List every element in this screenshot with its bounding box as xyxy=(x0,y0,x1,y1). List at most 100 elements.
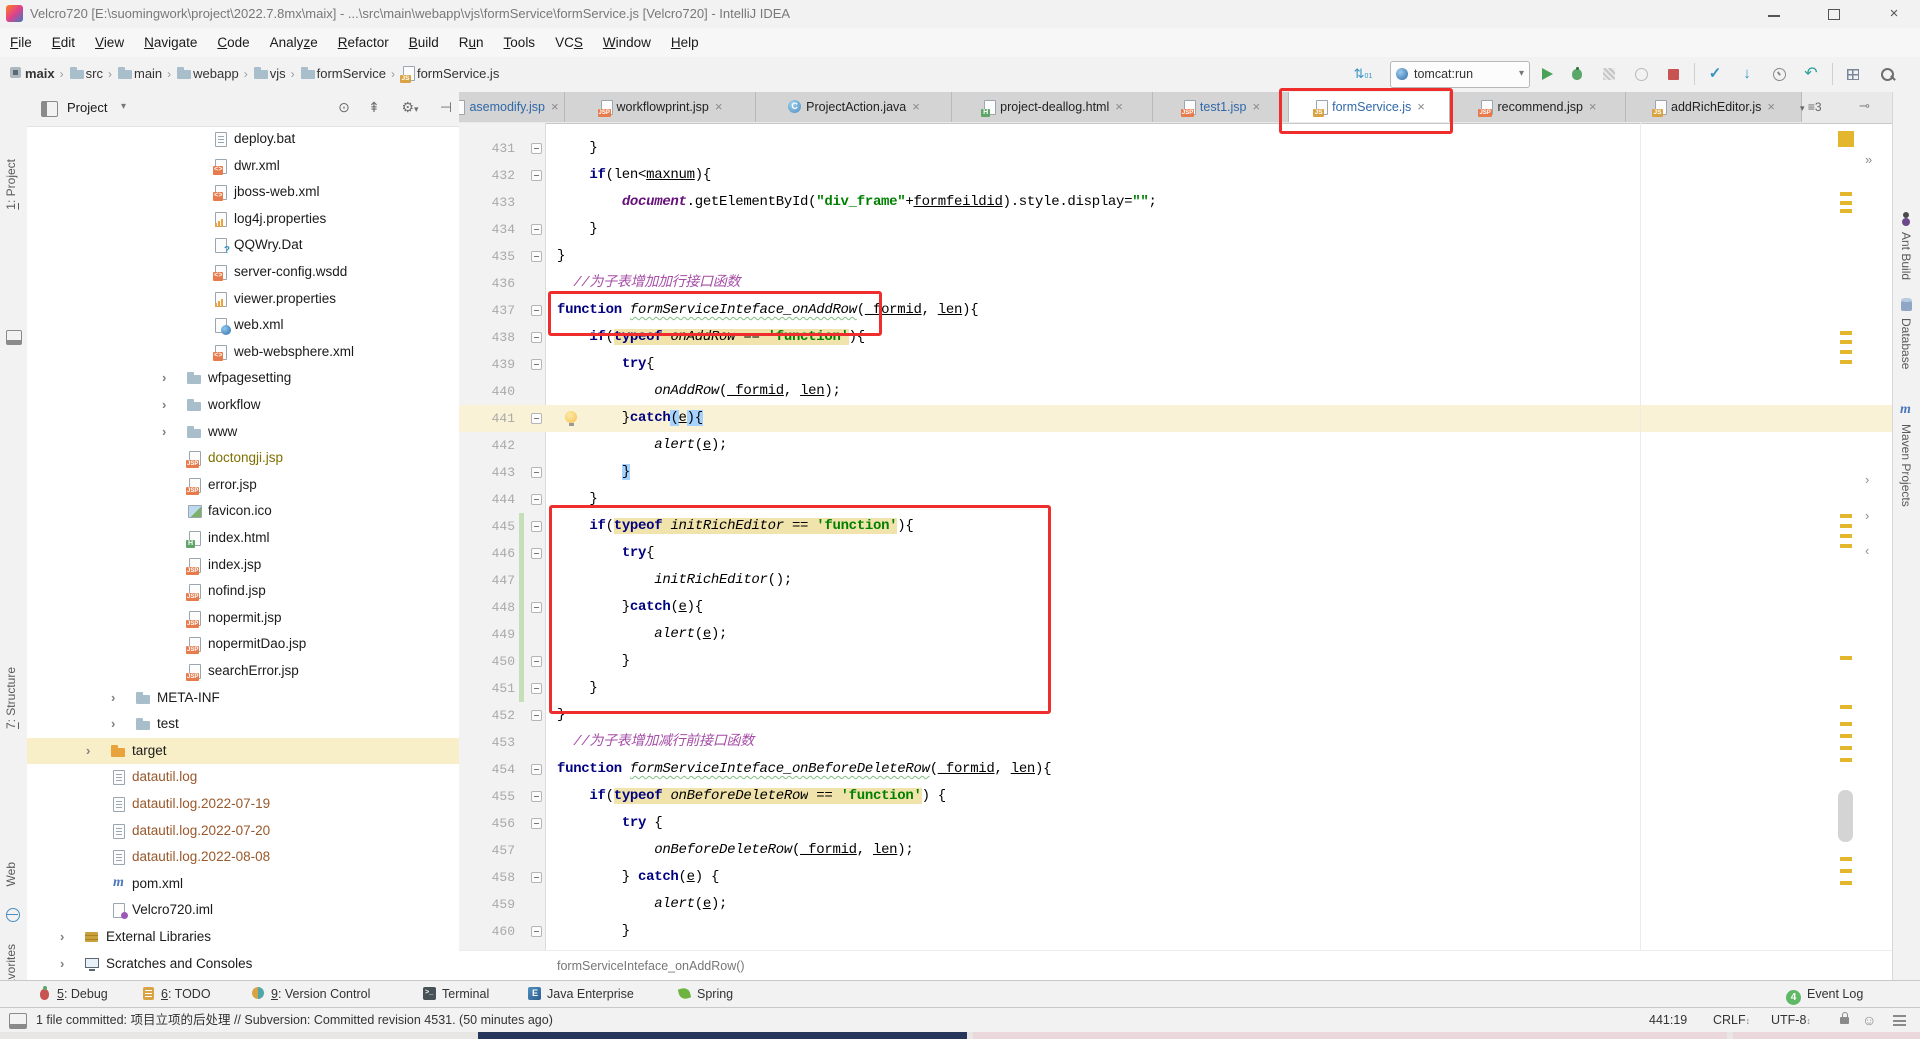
tree-item-index.html[interactable]: index.html xyxy=(27,525,459,552)
fold-marker-icon[interactable] xyxy=(531,143,542,154)
fold-marker-icon[interactable] xyxy=(531,251,542,262)
menu-item-edit[interactable]: Edit xyxy=(42,28,85,57)
scroll-right-icon[interactable]: » xyxy=(1865,152,1872,167)
fold-marker-icon[interactable] xyxy=(531,710,542,721)
tree-item-wfpagesetting[interactable]: › wfpagesetting xyxy=(27,365,459,392)
menu-item-window[interactable]: Window xyxy=(593,28,661,57)
warning-stripe-mark[interactable] xyxy=(1840,514,1852,518)
menu-item-build[interactable]: Build xyxy=(399,28,449,57)
fold-marker-icon[interactable] xyxy=(531,602,542,613)
tab-formService.js[interactable]: formService.js × xyxy=(1289,92,1450,122)
bottom-bar----todo[interactable]: 6: TODO xyxy=(141,981,211,1007)
warning-stripe-mark[interactable] xyxy=(1840,192,1852,196)
stripe-web-button[interactable]: Web xyxy=(4,862,18,886)
fold-marker-icon[interactable] xyxy=(531,521,542,532)
line-number[interactable]: 449 xyxy=(459,621,515,648)
tree-item-nofind.jsp[interactable]: nofind.jsp xyxy=(27,578,459,605)
line-number[interactable]: 438 xyxy=(459,324,515,351)
close-icon[interactable]: × xyxy=(1252,99,1260,114)
tree-item-log4j.properties[interactable]: log4j.properties xyxy=(27,206,459,233)
rollback-button[interactable]: ↶ xyxy=(1800,64,1822,84)
warning-stripe-mark[interactable] xyxy=(1838,131,1854,147)
close-icon[interactable]: × xyxy=(1767,99,1775,114)
menu-item-navigate[interactable]: Navigate xyxy=(134,28,207,57)
warning-stripe-mark[interactable] xyxy=(1840,857,1852,861)
warning-stripe-mark[interactable] xyxy=(1840,705,1852,709)
tool-window-toggle-icon[interactable] xyxy=(9,1013,27,1029)
tree-item-datautil.log[interactable]: datautil.log xyxy=(27,764,459,791)
warning-stripe-mark[interactable] xyxy=(1840,340,1852,344)
close-icon[interactable]: × xyxy=(912,99,920,114)
code-line-459[interactable]: 459 alert(e); xyxy=(459,891,1892,918)
sort-icon[interactable]: ⇅01 xyxy=(1352,64,1374,84)
code-line-439[interactable]: 439 try{ xyxy=(459,351,1892,378)
fold-marker-icon[interactable] xyxy=(531,872,542,883)
chev-left-icon[interactable]: ‹ xyxy=(1865,543,1869,558)
bottom-bar-java-enterprise[interactable]: Java Enterprise xyxy=(527,981,634,1007)
caret-position[interactable]: 441:19 xyxy=(1649,1008,1687,1032)
line-number[interactable]: 450 xyxy=(459,648,515,675)
ant-icon[interactable] xyxy=(1901,212,1911,226)
scrollbar-thumb[interactable] xyxy=(1838,790,1853,842)
line-number[interactable]: 441 xyxy=(459,405,515,432)
breadcrumb-item-maix[interactable]: maix xyxy=(25,66,55,81)
commit-button[interactable]: ✓ xyxy=(1704,64,1726,84)
warning-stripe-mark[interactable] xyxy=(1840,534,1852,538)
menu-item-view[interactable]: View xyxy=(85,28,134,57)
maven-icon[interactable]: m xyxy=(1900,402,1911,418)
maximize-button[interactable] xyxy=(1812,0,1856,28)
menu-item-code[interactable]: Code xyxy=(207,28,259,57)
hide-panel-icon[interactable]: ⊣ xyxy=(435,99,457,116)
line-number[interactable]: 444 xyxy=(459,486,515,513)
tab-addRichEditor.js[interactable]: addRichEditor.js × xyxy=(1626,92,1802,122)
line-number[interactable]: 453 xyxy=(459,729,515,756)
scroll-tabs-icon[interactable]: ⊸ xyxy=(1859,98,1870,114)
tree-item-nopermitDao.jsp[interactable]: nopermitDao.jsp xyxy=(27,631,459,658)
fold-marker-icon[interactable] xyxy=(531,413,542,424)
fold-marker-icon[interactable] xyxy=(531,305,542,316)
tree-item-jboss-web.xml[interactable]: jboss-web.xml xyxy=(27,179,459,206)
web-icon[interactable] xyxy=(6,908,20,922)
line-number[interactable]: 439 xyxy=(459,351,515,378)
close-button[interactable]: × xyxy=(1872,0,1916,28)
warning-stripe-mark[interactable] xyxy=(1840,209,1852,213)
line-number[interactable]: 448 xyxy=(459,594,515,621)
stripe-maven-button[interactable]: Maven Projects xyxy=(1899,424,1913,507)
profiler-button[interactable] xyxy=(1630,64,1652,84)
tree-item-doctongji.jsp[interactable]: doctongji.jsp xyxy=(27,445,459,472)
code-line-458[interactable]: 458 } catch(e) { xyxy=(459,864,1892,891)
line-number[interactable]: 442 xyxy=(459,432,515,459)
close-icon[interactable]: × xyxy=(1417,99,1425,114)
fold-marker-icon[interactable] xyxy=(531,656,542,667)
tree-item-error.jsp[interactable]: error.jsp xyxy=(27,472,459,499)
line-number[interactable]: 434 xyxy=(459,216,515,243)
line-number[interactable]: 452 xyxy=(459,702,515,729)
tree-item-Velcro720.iml[interactable]: Velcro720.iml xyxy=(27,897,459,924)
close-icon[interactable]: × xyxy=(551,99,559,114)
history-button[interactable] xyxy=(1768,64,1790,84)
tree-chevron-icon[interactable]: › xyxy=(162,365,166,392)
lock-icon[interactable] xyxy=(1840,1012,1849,1024)
line-number[interactable]: 431 xyxy=(459,135,515,162)
stripe-ant-build-button[interactable]: Ant Build xyxy=(1899,232,1913,280)
layout-icon[interactable] xyxy=(1842,64,1864,84)
tree-chevron-icon[interactable]: › xyxy=(162,419,166,446)
tree-item-www[interactable]: › www xyxy=(27,419,459,446)
warning-stripe-mark[interactable] xyxy=(1840,746,1852,750)
code-line-445[interactable]: 445 if(typeof initRichEditor == 'functio… xyxy=(459,513,1892,540)
tree-item-favicon.ico[interactable]: favicon.ico xyxy=(27,498,459,525)
line-number[interactable]: 445 xyxy=(459,513,515,540)
code-line-441[interactable]: 441 }catch(e){ xyxy=(459,405,1892,432)
fold-marker-icon[interactable] xyxy=(531,791,542,802)
code-line-431[interactable]: 431 } xyxy=(459,135,1892,162)
debug-button[interactable] xyxy=(1566,64,1588,84)
run-button[interactable] xyxy=(1536,64,1558,84)
fold-marker-icon[interactable] xyxy=(531,494,542,505)
encoding-widget[interactable]: UTF-8↕ xyxy=(1771,1008,1811,1033)
status-message[interactable]: 1 file committed: 项目立项的后处理 // Subversion… xyxy=(36,1008,553,1032)
code-line-443[interactable]: 443 } xyxy=(459,459,1892,486)
event-log-button[interactable]: 4 Event Log xyxy=(1786,981,1863,1007)
tree-item-viewer.properties[interactable]: viewer.properties xyxy=(27,286,459,313)
bottom-bar-spring[interactable]: Spring xyxy=(677,981,733,1007)
warning-stripe-mark[interactable] xyxy=(1840,331,1852,335)
